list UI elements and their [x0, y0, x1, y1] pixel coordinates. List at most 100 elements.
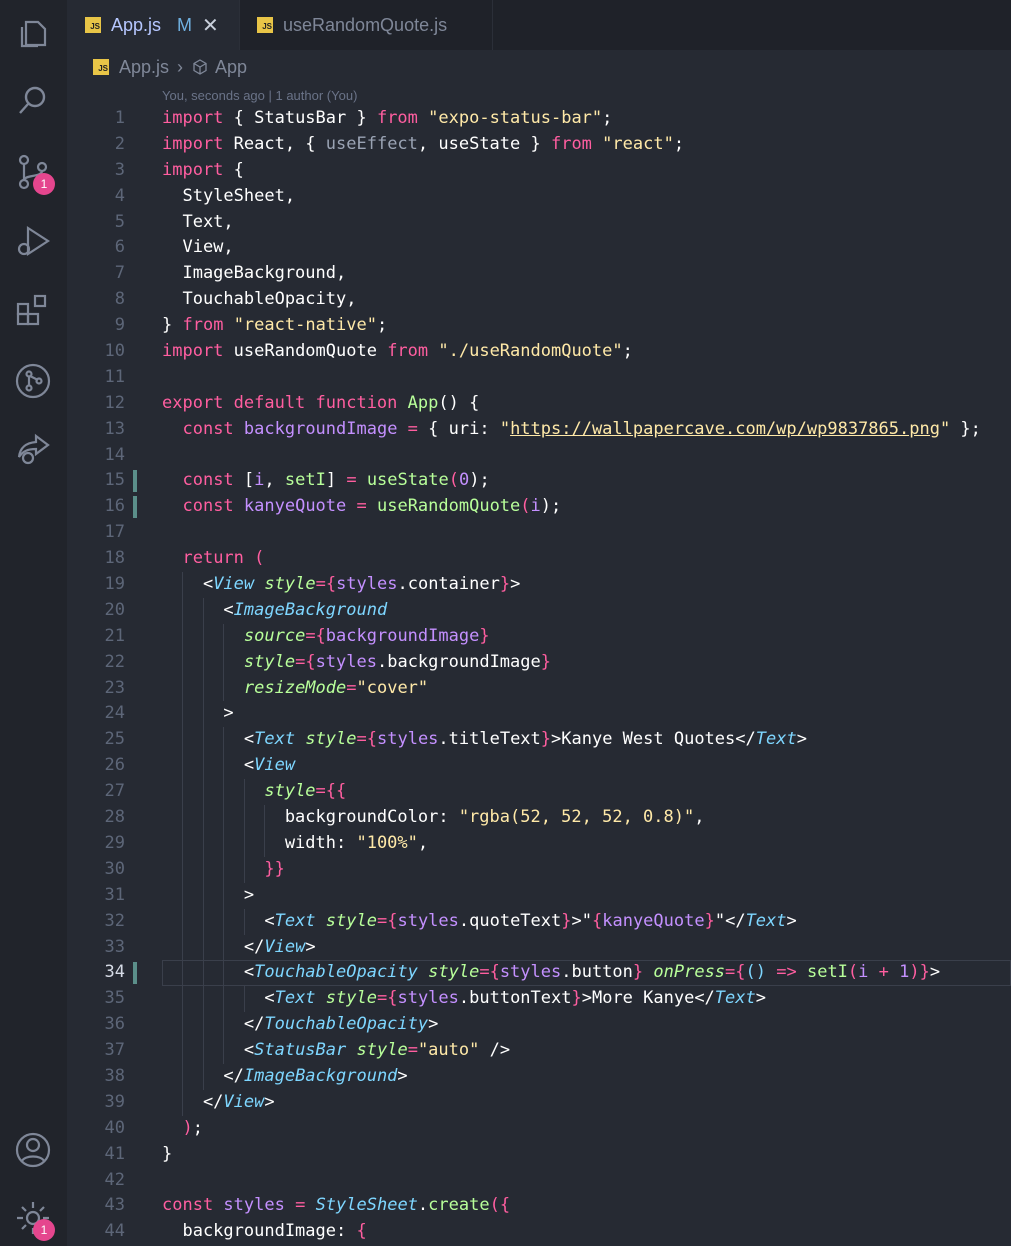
- code-line[interactable]: 31 >: [67, 882, 1011, 909]
- code-line[interactable]: 36 </TouchableOpacity>: [67, 1012, 1011, 1039]
- code-line[interactable]: 33 </View>: [67, 934, 1011, 961]
- breadcrumb-file[interactable]: App.js: [119, 57, 169, 78]
- code-line[interactable]: 28 backgroundColor: "rgba(52, 52, 52, 0.…: [67, 805, 1011, 831]
- code-line[interactable]: 11: [67, 365, 1011, 391]
- run-debug-icon[interactable]: [14, 222, 52, 260]
- code-token: "auto": [417, 1040, 480, 1061]
- code-token: .button: [561, 962, 633, 983]
- code-line[interactable]: 42: [67, 1168, 1011, 1194]
- tab-app-js[interactable]: JS App.js M ✕: [67, 0, 239, 50]
- code-text: const backgroundImage = { uri: "https://…: [162, 417, 980, 443]
- code-token: ={: [479, 962, 500, 983]
- code-line[interactable]: 4 StyleSheet,: [67, 184, 1011, 210]
- line-number: 19: [104, 574, 125, 595]
- code-token: <: [162, 962, 255, 983]
- code-line[interactable]: 9} from "react-native";: [67, 313, 1011, 339]
- code-token: from: [387, 341, 429, 362]
- code-token: .container: [397, 574, 500, 595]
- code-line[interactable]: 43 const styles = StyleSheet.create({: [67, 1193, 1011, 1219]
- code-line[interactable]: 8 TouchableOpacity,: [67, 287, 1011, 313]
- code-token: )}: [909, 962, 930, 983]
- code-token: return (: [182, 548, 265, 569]
- code-token: styles: [213, 1195, 296, 1216]
- code-token: "cover": [356, 677, 429, 698]
- code-token: setI: [284, 470, 326, 491]
- code-token: ": [939, 418, 951, 439]
- code-line[interactable]: 18 return (: [67, 546, 1011, 572]
- files-icon[interactable]: [14, 14, 52, 52]
- code-line[interactable]: 35 <Text style={styles.buttonText}>More …: [67, 986, 1011, 1013]
- code-line[interactable]: 2 import React, { useEffect, useState } f…: [67, 132, 1011, 158]
- code-line[interactable]: 19 <View style={styles.container}>: [67, 572, 1011, 598]
- code-line[interactable]: 21 source={backgroundImage}: [67, 623, 1011, 650]
- line-number: 42: [104, 1169, 125, 1190]
- code-text: backgroundColor: "rgba(52, 52, 52, 0.8)"…: [162, 805, 705, 831]
- tab-use-random-quote[interactable]: JS useRandomQuote.js: [239, 0, 493, 50]
- codelens-blame[interactable]: You, seconds ago | 1 author (You): [162, 88, 357, 103]
- code-line[interactable]: 7 ImageBackground,: [67, 261, 1011, 287]
- code-text: width: "100%",: [162, 831, 428, 857]
- code-line[interactable]: 14: [67, 443, 1011, 469]
- code-line[interactable]: 30 }}: [67, 856, 1011, 883]
- code-line[interactable]: 1 import { StatusBar } from "expo-status-…: [67, 106, 1011, 132]
- code-token: useRandomQuote: [376, 496, 521, 517]
- code-line[interactable]: 25 <Text style={styles.titleText}>Kanye …: [67, 727, 1011, 754]
- line-number: 1: [114, 108, 125, 128]
- code-line[interactable]: 17: [67, 520, 1011, 546]
- line-number: 36: [104, 1014, 125, 1035]
- extensions-icon[interactable]: [14, 292, 52, 330]
- code-line[interactable]: 38 </ImageBackground>: [67, 1063, 1011, 1090]
- live-share-icon[interactable]: [14, 430, 52, 468]
- breadcrumb-symbol[interactable]: App: [215, 57, 247, 78]
- code-text: <Text style={styles.quoteText}>"{kanyeQu…: [162, 909, 797, 935]
- code-text: <Text style={styles.titleText}>Kanye Wes…: [162, 727, 807, 753]
- code-line[interactable]: 22 style={styles.backgroundImage}: [67, 649, 1011, 676]
- code-line[interactable]: 5 Text,: [67, 210, 1011, 236]
- code-token: >: [786, 910, 797, 931]
- code-line[interactable]: 26 <View: [67, 753, 1011, 780]
- code-line[interactable]: 13 const backgroundImage = { uri: "https…: [67, 417, 1011, 443]
- git-graph-icon[interactable]: [14, 362, 52, 400]
- code-line[interactable]: 27 style={{: [67, 779, 1011, 806]
- code-editor[interactable]: 1 import { StatusBar } from "expo-status-…: [67, 106, 1011, 1245]
- code-token: style: [325, 910, 377, 931]
- code-token: styles: [315, 651, 377, 672]
- code-line[interactable]: 15 const [i, setI] = useState(0);: [67, 468, 1011, 494]
- code-line[interactable]: 24 >: [67, 701, 1011, 728]
- code-token: </: [162, 936, 265, 957]
- code-line[interactable]: 16 const kanyeQuote = useRandomQuote(i);: [67, 494, 1011, 520]
- code-line[interactable]: 20 <ImageBackground: [67, 597, 1011, 624]
- modified-gutter-marker: [133, 496, 137, 519]
- search-icon[interactable]: [14, 82, 52, 120]
- code-line[interactable]: 32 <Text style={styles.quoteText}>"{kany…: [67, 908, 1011, 935]
- code-line[interactable]: 41}: [67, 1142, 1011, 1168]
- line-number: 28: [104, 807, 125, 828]
- code-line[interactable]: 40 );: [67, 1116, 1011, 1142]
- code-token: ;: [602, 108, 613, 128]
- code-line[interactable]: 29 width: "100%",: [67, 830, 1011, 857]
- line-number: 37: [104, 1040, 125, 1061]
- code-line[interactable]: 23 resizeMode="cover": [67, 675, 1011, 702]
- code-line[interactable]: 37 <StatusBar style="auto" />: [67, 1038, 1011, 1064]
- code-token: ]: [325, 470, 347, 491]
- code-line[interactable]: 10 import useRandomQuote from "./useRando…: [67, 339, 1011, 365]
- code-line[interactable]: 3 import {: [67, 158, 1011, 184]
- code-line[interactable]: 39 </View>: [67, 1089, 1011, 1116]
- code-token: setI: [806, 962, 848, 983]
- code-line[interactable]: 6 View,: [67, 235, 1011, 261]
- code-text: const kanyeQuote = useRandomQuote(i);: [162, 494, 561, 520]
- code-token: import: [162, 341, 224, 362]
- code-line[interactable]: 34 <TouchableOpacity style={styles.butto…: [67, 960, 1011, 987]
- code-token: }}: [264, 858, 285, 879]
- code-line[interactable]: 44 backgroundImage: {: [67, 1219, 1011, 1245]
- code-text: resizeMode="cover": [162, 676, 428, 702]
- code-token: TouchableOpacity: [264, 1014, 429, 1035]
- modified-indicator: M: [177, 14, 193, 35]
- code-token: >More Kanye</: [581, 988, 715, 1009]
- code-token: >: [397, 1065, 408, 1086]
- close-icon[interactable]: ✕: [202, 13, 219, 38]
- code-line[interactable]: 12 export default function App() {: [67, 391, 1011, 417]
- account-icon[interactable]: [14, 1131, 52, 1169]
